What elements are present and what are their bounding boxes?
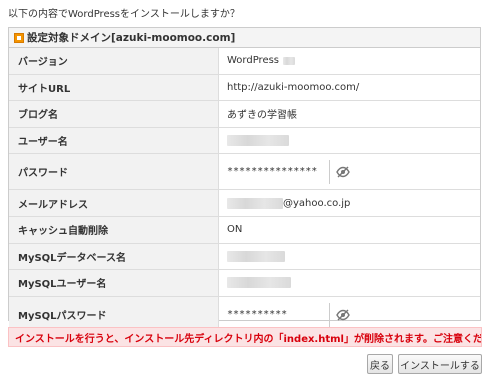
redacted-mysql-user	[227, 277, 291, 289]
password-label: パスワード	[9, 154, 219, 190]
row-version: バージョン WordPress	[9, 48, 480, 75]
redacted-username	[227, 135, 289, 147]
mysql-user-value	[219, 270, 480, 296]
row-site-url: サイトURL http://azuki-moomoo.com/	[9, 74, 480, 102]
settings-panel: 設定対象ドメイン[azuki-moomoo.com] バージョン WordPre…	[8, 27, 481, 333]
site-url-value: http://azuki-moomoo.com/	[227, 81, 360, 93]
password-masked: ***************	[227, 166, 318, 178]
version-text: WordPress	[227, 55, 280, 67]
redacted-version-number	[283, 56, 296, 65]
email-value: @yahoo.co.jp	[219, 190, 480, 216]
cache-delete-value: ON	[227, 224, 243, 236]
row-blog-name: ブログ名 あずきの学習帳	[9, 101, 480, 128]
row-mysql-user: MySQLユーザー名	[9, 270, 480, 297]
eye-slash-icon[interactable]	[336, 166, 350, 178]
settings-table: バージョン WordPress サイトURL http://azuki-moom…	[9, 48, 480, 333]
install-button[interactable]: インストールする	[398, 354, 482, 374]
mysql-db-value	[219, 244, 480, 270]
redacted-mysql-db	[227, 250, 285, 262]
warning-message: インストールを行うと、インストール先ディレクトリ内の「index.html」が削…	[8, 327, 482, 347]
blog-name-value: あずきの学習帳	[227, 110, 297, 122]
panel-title: 設定対象ドメイン[azuki-moomoo.com]	[27, 32, 236, 44]
orange-square-icon	[14, 32, 24, 43]
cache-delete-label: キャッシュ自動削除	[9, 216, 219, 243]
row-password: パスワード ***************	[9, 154, 480, 191]
row-email: メールアドレス @yahoo.co.jp	[9, 190, 480, 217]
mysql-password-masked: **********	[227, 309, 288, 321]
back-button[interactable]: 戻る	[367, 354, 393, 374]
blog-name-label: ブログ名	[9, 101, 219, 127]
version-value: WordPress	[219, 48, 480, 74]
email-domain: @yahoo.co.jp	[283, 197, 351, 209]
row-mysql-db: MySQLデータベース名	[9, 243, 480, 271]
version-label: バージョン	[9, 48, 219, 74]
password-value: ***************	[219, 154, 480, 189]
row-username: ユーザー名	[9, 127, 480, 155]
eye-slash-icon[interactable]	[336, 309, 350, 321]
redacted-email-user	[227, 197, 283, 209]
site-url-label: サイトURL	[9, 74, 219, 101]
panel-header: 設定対象ドメイン[azuki-moomoo.com]	[9, 28, 480, 48]
password-field: ***************	[227, 154, 350, 189]
username-label: ユーザー名	[9, 127, 219, 154]
divider	[329, 302, 330, 327]
confirm-question: 以下の内容でWordPressをインストールしますか？	[8, 9, 240, 20]
username-value	[219, 128, 480, 154]
email-label: メールアドレス	[9, 190, 219, 216]
mysql-db-label: MySQLデータベース名	[9, 243, 219, 270]
row-cache-delete: キャッシュ自動削除 ON	[9, 216, 480, 244]
divider	[329, 159, 330, 184]
mysql-user-label: MySQLユーザー名	[9, 270, 219, 296]
